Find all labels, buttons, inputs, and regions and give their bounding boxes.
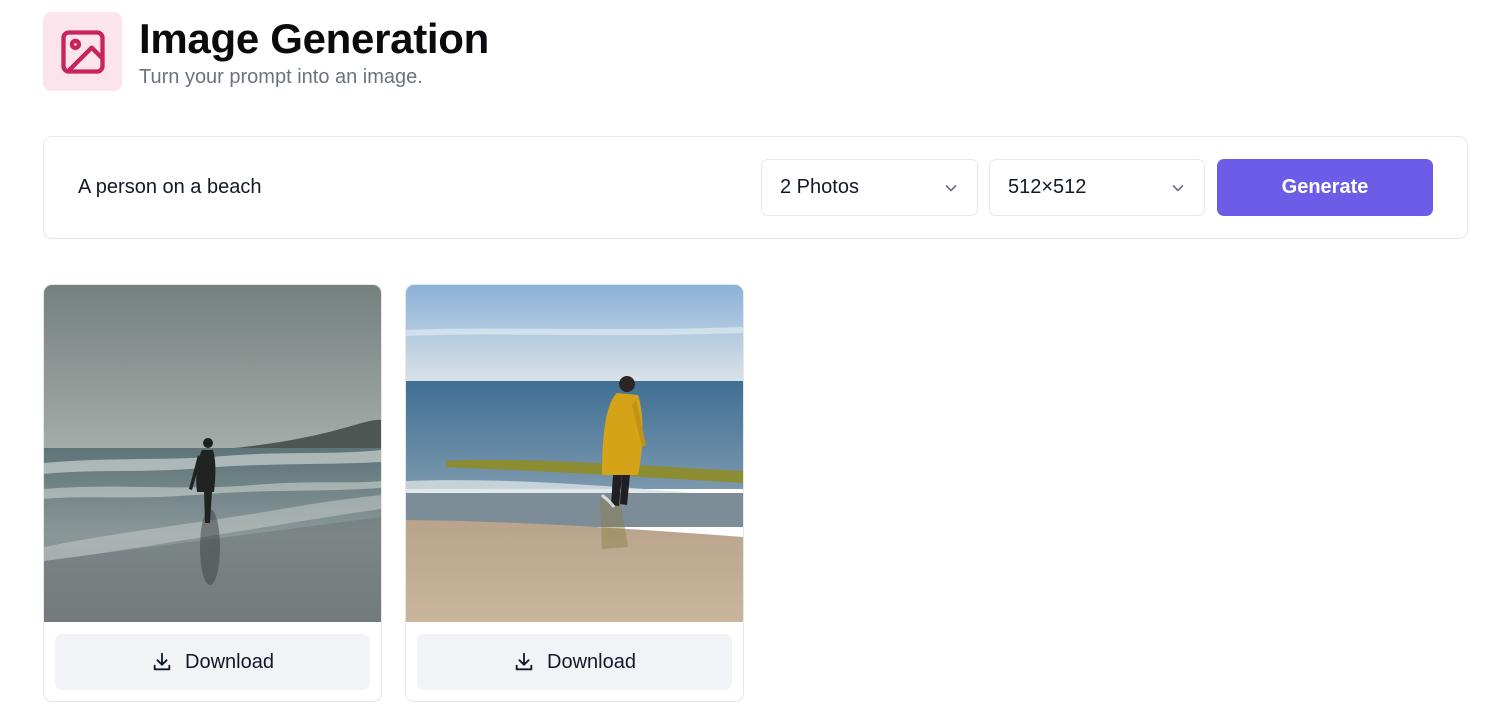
page-header: Image Generation Turn your prompt into a… bbox=[43, 12, 489, 91]
photo-count-value: 2 Photos bbox=[780, 176, 859, 198]
image-icon bbox=[60, 29, 105, 74]
prompt-input[interactable] bbox=[78, 167, 738, 207]
download-button[interactable]: Download bbox=[417, 634, 732, 690]
chevron-down-icon bbox=[945, 184, 957, 191]
result-card: Download bbox=[43, 284, 382, 702]
download-button[interactable]: Download bbox=[55, 634, 370, 690]
result-card: Download bbox=[405, 284, 744, 702]
download-label: Download bbox=[547, 650, 636, 673]
chevron-down-icon bbox=[1172, 184, 1184, 191]
photo-count-select[interactable]: 2 Photos bbox=[761, 159, 978, 216]
page-subtitle: Turn your prompt into an image. bbox=[139, 66, 423, 88]
resolution-select[interactable]: 512×512 bbox=[989, 159, 1205, 216]
generated-image[interactable] bbox=[406, 285, 743, 622]
prompt-form: 2 Photos 512×512 Generate bbox=[43, 136, 1468, 239]
download-icon bbox=[515, 652, 533, 671]
generate-button[interactable]: Generate bbox=[1217, 159, 1433, 216]
resolution-value: 512×512 bbox=[1008, 176, 1087, 198]
download-label: Download bbox=[185, 650, 274, 673]
app-logo bbox=[43, 12, 122, 91]
download-icon bbox=[153, 652, 171, 671]
page-title: Image Generation bbox=[139, 15, 489, 62]
generated-image[interactable] bbox=[44, 285, 381, 622]
